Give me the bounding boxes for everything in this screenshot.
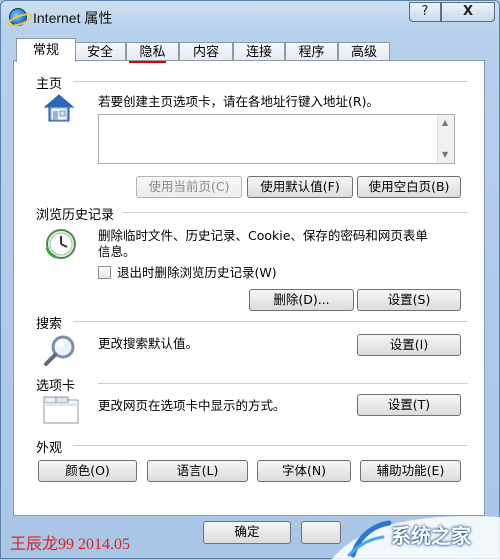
ok-button[interactable]: 确定 <box>203 521 291 544</box>
tab-connections[interactable]: 连接 <box>233 42 285 62</box>
title-bar: Internet 属性 ? X <box>1 1 499 33</box>
logo-text: 系统之家 <box>391 524 471 548</box>
history-description-line2: 信息。 <box>98 244 136 259</box>
tab-privacy[interactable]: 隐私 <box>126 42 179 62</box>
tabs-description: 更改网页在选项卡中显示的方式。 <box>98 398 286 413</box>
delete-on-exit-label[interactable]: 退出时删除浏览历史记录(W) <box>117 265 277 281</box>
window-title: Internet 属性 <box>33 10 113 26</box>
red-underline-mark <box>129 61 166 63</box>
appearance-divider <box>73 445 468 446</box>
help-button[interactable]: ? <box>409 2 441 22</box>
scroll-up-icon[interactable]: ▲ <box>442 119 448 127</box>
tab-general[interactable]: 常规 <box>16 38 76 62</box>
tab-security[interactable]: 安全 <box>74 42 126 62</box>
scroll-down-icon[interactable]: ▼ <box>442 151 448 159</box>
tabs-window-icon <box>43 396 79 424</box>
homepage-url-textarea[interactable]: ▲ ▼ <box>98 114 455 164</box>
fonts-button[interactable]: 字体(N) <box>257 460 351 482</box>
homepage-divider <box>73 81 468 82</box>
use-default-button[interactable]: 使用默认值(F) <box>247 176 353 198</box>
close-button[interactable]: X <box>441 2 495 22</box>
search-section-title: 搜索 <box>36 317 63 332</box>
tab-programs[interactable]: 程序 <box>285 42 338 62</box>
history-settings-button[interactable]: 设置(S) <box>357 289 461 311</box>
search-description: 更改搜索默认值。 <box>98 336 199 351</box>
use-current-button[interactable]: 使用当前页(C) <box>136 176 242 198</box>
internet-properties-window: Internet 属性 ? X 常规 安全 隐私 内容 连接 程序 高级 主页 … <box>0 0 500 560</box>
use-blank-button[interactable]: 使用空白页(B) <box>357 176 461 198</box>
homepage-section-title: 主页 <box>36 77 63 92</box>
url-scrollbar[interactable]: ▲ ▼ <box>437 115 454 163</box>
delete-history-button[interactable]: 删除(D)... <box>249 289 354 311</box>
search-settings-button[interactable]: 设置(I) <box>357 334 461 356</box>
system-home-logo: 系统之家 <box>331 513 500 560</box>
watermark-text: 王辰龙99 2014.05 <box>10 536 131 553</box>
tab-content[interactable]: 内容 <box>179 42 233 62</box>
homepage-instruction: 若要创建主页选项卡，请在各地址行键入地址(R)。 <box>98 94 379 109</box>
languages-button[interactable]: 语言(L) <box>147 460 248 482</box>
tabs-section-title: 选项卡 <box>36 379 76 394</box>
delete-on-exit-checkbox[interactable] <box>98 266 111 279</box>
search-divider <box>73 321 468 322</box>
history-divider <box>123 212 468 213</box>
tabs-divider <box>98 383 468 384</box>
appearance-section-title: 外观 <box>36 441 63 456</box>
colors-button[interactable]: 颜色(O) <box>38 460 137 482</box>
tab-advanced[interactable]: 高级 <box>338 42 390 62</box>
magnifier-icon <box>44 335 75 366</box>
history-description-line1: 删除临时文件、历史记录、Cookie、保存的密码和网页表单 <box>98 228 428 243</box>
history-clock-icon <box>45 229 76 259</box>
accessibility-button[interactable]: 辅助功能(E) <box>360 460 461 482</box>
tabs-settings-button[interactable]: 设置(T) <box>357 394 461 416</box>
house-icon <box>43 94 75 122</box>
internet-explorer-icon <box>9 8 27 26</box>
history-section-title: 浏览历史记录 <box>36 208 115 223</box>
